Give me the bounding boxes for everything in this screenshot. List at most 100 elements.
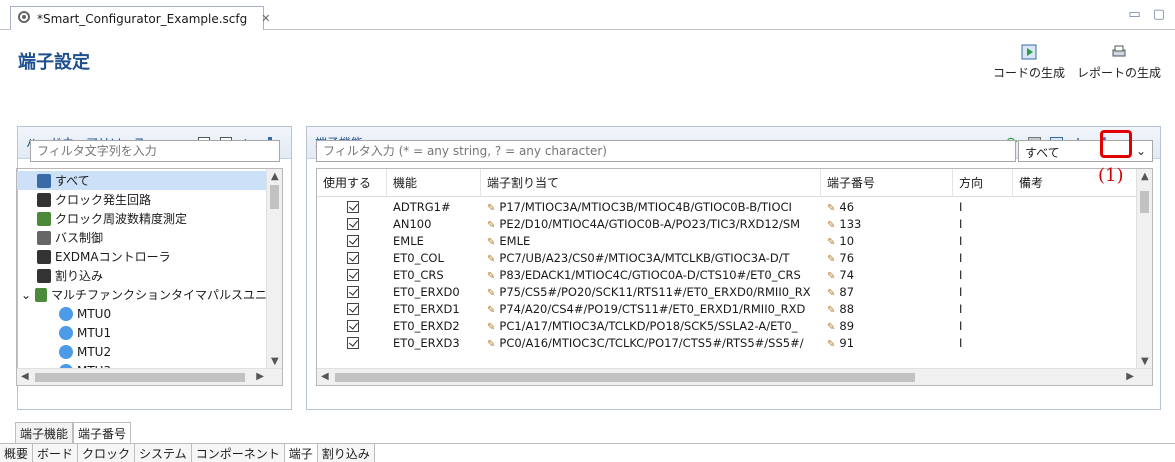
- tree-item-label: バス制御: [55, 231, 104, 245]
- table-horizontal-scrollbar[interactable]: ◀ ▶: [317, 368, 1152, 385]
- resource-icon: [37, 173, 51, 188]
- direction-cell: I: [959, 336, 963, 350]
- use-checkbox[interactable]: [347, 218, 359, 230]
- tree-item[interactable]: 割り込み: [17, 266, 267, 285]
- panel-tab[interactable]: 端子機能: [15, 422, 74, 445]
- edit-icon[interactable]: ✎: [827, 288, 835, 299]
- hardware-filter-input[interactable]: [30, 140, 280, 162]
- tree-item-label: MTU2: [77, 344, 112, 359]
- edit-icon[interactable]: ✎: [487, 322, 495, 333]
- use-checkbox[interactable]: [347, 320, 359, 332]
- pin-number-cell: 87: [839, 285, 855, 299]
- edit-icon[interactable]: ✎: [487, 203, 495, 214]
- use-checkbox[interactable]: [347, 269, 359, 281]
- edit-icon[interactable]: ✎: [827, 339, 835, 350]
- function-cell: AN100: [393, 217, 432, 231]
- table-row[interactable]: ET0_ERXD1 ✎ P74/A20/CS4#/PO19/CTS11#/ET0_E…: [317, 301, 1137, 318]
- column-header[interactable]: 方向: [953, 169, 1013, 197]
- edit-icon[interactable]: ✎: [487, 220, 495, 231]
- pin-number-cell: 133: [839, 217, 862, 231]
- table-row[interactable]: EMLE ✎ EMLE ✎ 10 I: [317, 233, 1137, 250]
- function-cell: ET0_ERXD1: [393, 302, 460, 316]
- pin-assignment-cell: EMLE: [499, 234, 531, 248]
- edit-icon[interactable]: ✎: [487, 305, 495, 316]
- use-checkbox[interactable]: [347, 235, 359, 247]
- resource-icon: [59, 344, 73, 359]
- tree-item-label: クロック発生回路: [55, 193, 152, 207]
- tree-item[interactable]: EXDMAコントローラ: [17, 247, 267, 266]
- minimize-icon[interactable]: ▭: [1128, 7, 1140, 22]
- table-row[interactable]: ET0_COL ✎ PC7/UB/A23/CS0#/MTIOC3A/MTCLKB/G…: [317, 250, 1137, 267]
- table-row[interactable]: ET0_ERXD3 ✎ PC0/A16/MTIOC3C/TCLKC/PO17/CTS…: [317, 335, 1137, 352]
- use-checkbox[interactable]: [347, 303, 359, 315]
- overview-tab[interactable]: ボード: [33, 444, 79, 462]
- tree-item[interactable]: すべて: [17, 171, 267, 190]
- pin-assignment-cell: PE2/D10/MTIOC4A/GTIOC0B-A/PO23/TIC3/RXD1…: [499, 217, 801, 231]
- tree-vertical-scrollbar[interactable]: ▲ ▼: [266, 169, 282, 369]
- tree-horizontal-scrollbar[interactable]: ◀ ▶: [17, 368, 282, 385]
- edit-icon[interactable]: ✎: [827, 322, 835, 333]
- overview-tab[interactable]: 概要: [0, 444, 34, 462]
- edit-icon[interactable]: ✎: [827, 203, 835, 214]
- use-checkbox[interactable]: [347, 252, 359, 264]
- resource-icon: [37, 211, 51, 226]
- column-header[interactable]: 使用する: [317, 169, 387, 197]
- generate-report-button[interactable]: レポートの生成: [1077, 44, 1161, 81]
- hardware-tree: すべてクロック発生回路クロック周波数精度測定バス制御 EXDMAコントローラ割り込…: [16, 168, 283, 386]
- column-header[interactable]: 端子割り当て: [481, 169, 821, 197]
- maximize-icon[interactable]: ▢: [1153, 7, 1165, 22]
- pin-assignment-cell: P83/EDACK1/MTIOC4C/GTIOC0A-D/CTS10#/ET0_…: [499, 268, 801, 282]
- pin-number-cell: 74: [839, 268, 855, 282]
- panel-switch-tabs: 端子機能 端子番号: [15, 422, 132, 445]
- tree-item[interactable]: バス制御: [17, 228, 267, 247]
- tree-item-label: マルチファンクションタイマパルスユニ: [50, 288, 267, 302]
- edit-icon[interactable]: ✎: [827, 254, 835, 265]
- table-row[interactable]: AN100 ✎ PE2/D10/MTIOC4A/GTIOC0B-A/PO23/TIC…: [317, 216, 1137, 233]
- table-vertical-scrollbar[interactable]: ▲ ▼: [1136, 169, 1152, 369]
- direction-cell: I: [959, 251, 963, 265]
- tree-item[interactable]: クロック発生回路: [17, 190, 267, 209]
- table-row[interactable]: ET0_ERXD0 ✎ P75/CS5#/PO20/SCK11/RTS11#/ET0…: [317, 284, 1137, 301]
- edit-icon[interactable]: ✎: [487, 254, 495, 265]
- edit-icon[interactable]: ✎: [827, 305, 835, 316]
- chevron-down-icon[interactable]: ⌄: [21, 288, 31, 302]
- generate-code-button[interactable]: コードの生成: [993, 44, 1065, 81]
- tree-item[interactable]: クロック周波数精度測定: [17, 209, 267, 228]
- table-row[interactable]: ADTRG1# ✎ P17/MTIOC3A/MTIOC3B/MTIOC4B/GTIO…: [317, 199, 1137, 216]
- overview-tabs: 概要 ボード クロック システム コンポーネント 端子 割り込み: [0, 443, 1175, 462]
- function-cell: ADTRG1#: [393, 200, 451, 214]
- pin-filter-select-value: すべて: [1025, 146, 1060, 160]
- edit-icon[interactable]: ✎: [487, 237, 495, 248]
- function-cell: ET0_ERXD0: [393, 285, 460, 299]
- overview-tab[interactable]: システム: [135, 444, 192, 462]
- edit-icon[interactable]: ✎: [827, 271, 835, 282]
- overview-tab[interactable]: クロック: [78, 444, 136, 462]
- table-row[interactable]: ET0_CRS ✎ P83/EDACK1/MTIOC4C/GTIOC0A-D/CTS…: [317, 267, 1137, 284]
- close-icon[interactable]: ✕: [261, 12, 270, 25]
- column-header[interactable]: 機能: [387, 169, 481, 197]
- overview-tab[interactable]: 割り込み: [317, 444, 375, 462]
- tree-item[interactable]: ⌄ マルチファンクションタイマパルスユニ: [17, 285, 267, 304]
- column-header[interactable]: 端子番号: [821, 169, 953, 197]
- table-row[interactable]: ET0_ERXD2 ✎ PC1/A17/MTIOC3A/TCLKD/PO18/SCK…: [317, 318, 1137, 335]
- use-checkbox[interactable]: [347, 337, 359, 349]
- edit-icon[interactable]: ✎: [487, 288, 495, 299]
- edit-icon[interactable]: ✎: [827, 237, 835, 248]
- pin-filter-input[interactable]: [316, 140, 1016, 162]
- edit-icon[interactable]: ✎: [487, 339, 495, 350]
- editor-tab[interactable]: *Smart_Configurator_Example.scfg ✕: [10, 6, 270, 30]
- tree-item[interactable]: MTU2: [17, 342, 267, 361]
- use-checkbox[interactable]: [347, 201, 359, 213]
- use-checkbox[interactable]: [347, 286, 359, 298]
- direction-cell: I: [959, 319, 963, 333]
- panel-tab[interactable]: 端子番号: [73, 422, 132, 445]
- tree-item[interactable]: MTU1: [17, 323, 267, 342]
- overview-tab[interactable]: 端子: [284, 444, 318, 462]
- editor-tab-bar: *Smart_Configurator_Example.scfg ✕ ▭ ▢: [0, 0, 1175, 30]
- edit-icon[interactable]: ✎: [487, 271, 495, 282]
- edit-icon[interactable]: ✎: [827, 220, 835, 231]
- tree-item-label: 割り込み: [55, 269, 104, 283]
- pin-filter-select[interactable]: すべて ⌄: [1018, 140, 1153, 162]
- overview-tab[interactable]: コンポーネント: [191, 444, 285, 462]
- tree-item[interactable]: MTU0: [17, 304, 267, 323]
